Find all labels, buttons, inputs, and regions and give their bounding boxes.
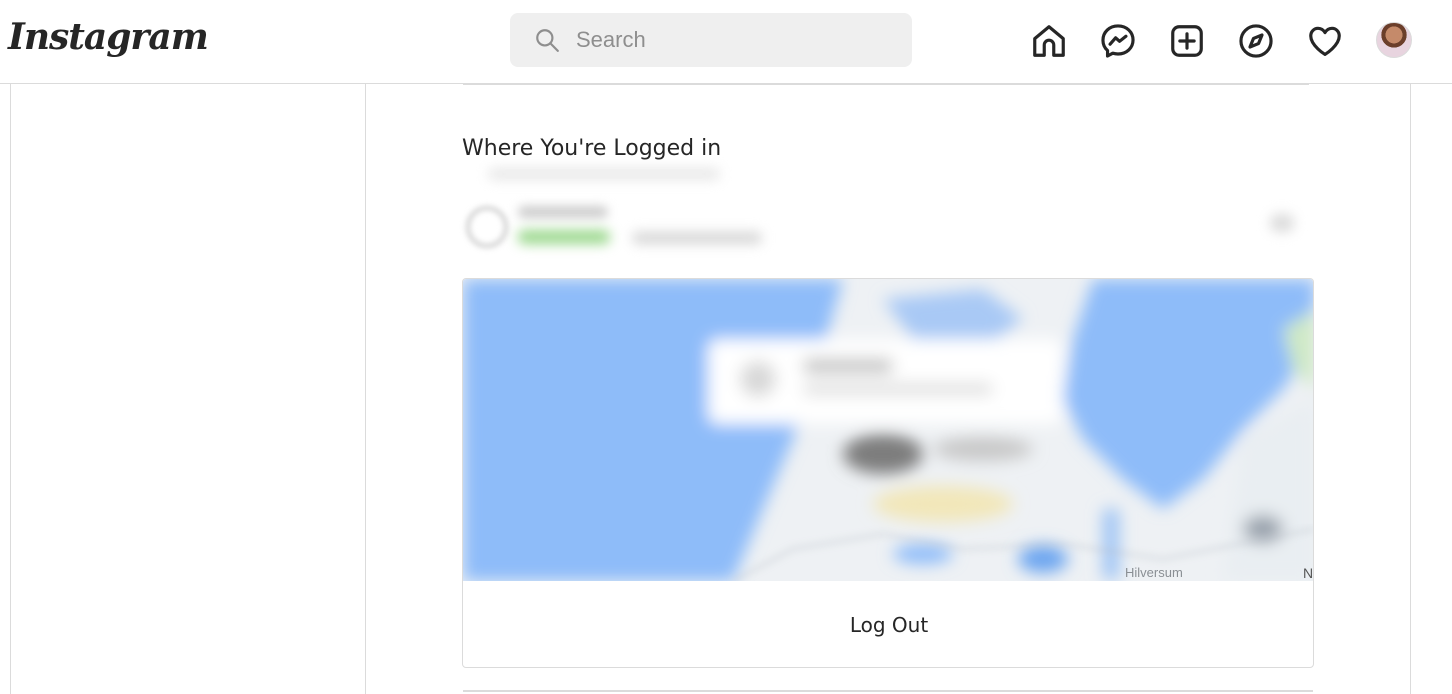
home-icon[interactable]: [1030, 22, 1068, 60]
search-box[interactable]: [510, 13, 912, 67]
blurred-subtitle: [488, 168, 720, 180]
profile-avatar[interactable]: [1376, 22, 1412, 58]
location-pin-icon: [466, 206, 508, 248]
messenger-icon[interactable]: [1099, 22, 1137, 60]
activity-heart-icon[interactable]: [1306, 22, 1344, 60]
chevron-icon[interactable]: [1270, 214, 1294, 232]
new-post-icon[interactable]: [1168, 22, 1206, 60]
map-label-n: N: [1303, 565, 1313, 581]
blurred-device-info: [632, 232, 762, 244]
session-row[interactable]: [462, 196, 1314, 258]
right-border: [1410, 84, 1411, 694]
top-navigation-bar: Instagram: [0, 0, 1452, 84]
blurred-active-status: [518, 230, 610, 244]
section-separator: [463, 84, 1309, 85]
section-bottom-separator: [463, 690, 1313, 692]
left-border: [10, 84, 11, 694]
section-title: Where You're Logged in: [462, 136, 722, 161]
log-out-button[interactable]: Log Out: [463, 581, 1313, 667]
search-input[interactable]: [574, 26, 878, 54]
session-card: Hilversum N Log Out: [462, 278, 1314, 668]
explore-icon[interactable]: [1237, 22, 1275, 60]
settings-sidebar-divider: [365, 84, 366, 694]
map-label-hilversum: Hilversum: [1125, 565, 1183, 580]
location-map: Hilversum N: [463, 279, 1313, 581]
blurred-location-name: [518, 206, 608, 218]
instagram-logo[interactable]: Instagram: [8, 16, 209, 58]
search-icon: [536, 29, 559, 52]
